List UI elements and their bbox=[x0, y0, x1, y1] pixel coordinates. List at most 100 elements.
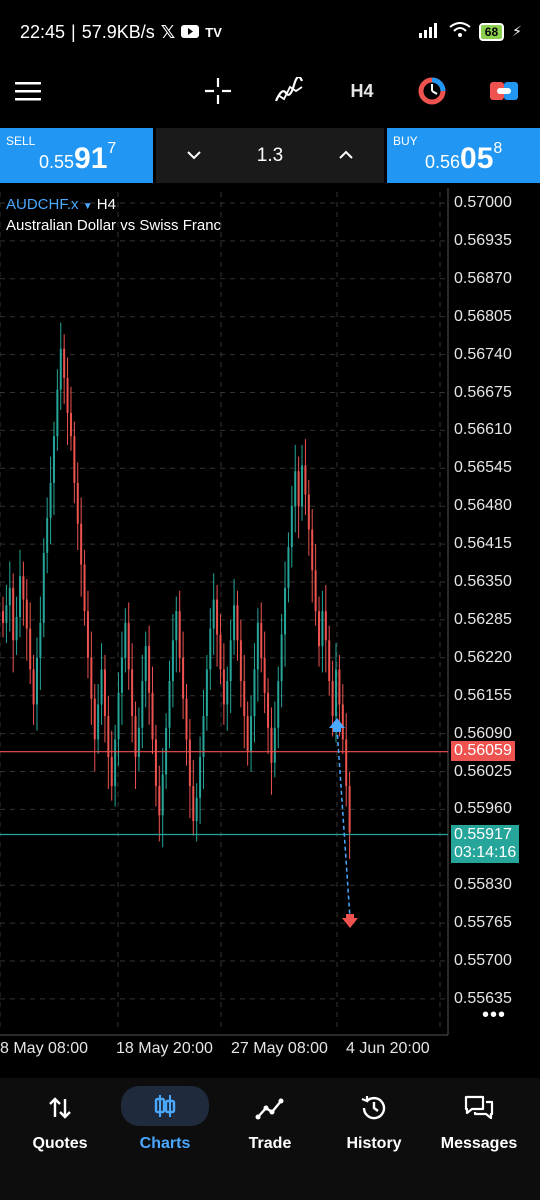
candle-body bbox=[273, 727, 276, 763]
candle-body bbox=[59, 348, 62, 390]
candle-body bbox=[56, 389, 59, 437]
trade-chart-icon bbox=[246, 1092, 294, 1124]
candle-body bbox=[212, 599, 215, 629]
candle-body bbox=[32, 669, 35, 705]
price-axis-label: 0.55830 bbox=[454, 876, 512, 894]
nav-quotes[interactable]: Quotes bbox=[6, 1078, 114, 1178]
candle-body bbox=[284, 587, 287, 635]
nav-charts[interactable]: Charts bbox=[111, 1078, 219, 1178]
candle-body bbox=[2, 611, 4, 623]
candle-body bbox=[219, 634, 222, 670]
candle-body bbox=[49, 482, 52, 518]
price-axis-label: 0.56480 bbox=[454, 497, 512, 515]
chart-toolbar: H4 bbox=[0, 66, 540, 116]
candle-body bbox=[114, 739, 117, 787]
network-speed: 57.9KB/s bbox=[81, 22, 155, 42]
candle-body bbox=[127, 622, 130, 670]
candle-body bbox=[69, 412, 72, 437]
candle-body bbox=[338, 669, 341, 705]
candle-body bbox=[103, 669, 106, 717]
buy-button[interactable]: BUY 0.56058 bbox=[387, 128, 540, 183]
symbol-description: Australian Dollar vs Swiss Franc bbox=[6, 217, 222, 234]
bar-countdown: 03:14:16 bbox=[454, 844, 517, 861]
candle-body bbox=[277, 681, 280, 728]
candle-body bbox=[250, 716, 253, 752]
objects-icon[interactable] bbox=[415, 66, 449, 116]
nav-messages[interactable]: Messages bbox=[425, 1078, 533, 1178]
tradingview-icon: TV bbox=[205, 25, 222, 40]
charts-icon bbox=[121, 1086, 209, 1126]
increase-lot-button[interactable] bbox=[338, 147, 354, 165]
candle-body bbox=[80, 523, 83, 565]
time-label-3: 4 Jun 20:00 bbox=[346, 1040, 430, 1057]
candle-body bbox=[15, 616, 18, 641]
messages-icon bbox=[455, 1092, 503, 1124]
candle-body bbox=[63, 348, 66, 378]
decrease-lot-button[interactable] bbox=[186, 147, 202, 165]
crosshair-icon[interactable] bbox=[202, 66, 234, 116]
candle-body bbox=[321, 611, 324, 647]
sell-arrow-icon[interactable] bbox=[342, 914, 358, 928]
candle-body bbox=[90, 657, 93, 699]
chevron-up-icon bbox=[339, 150, 353, 159]
candle-body bbox=[42, 552, 45, 623]
price-axis-label: 0.56415 bbox=[454, 535, 512, 553]
indicators-icon[interactable] bbox=[272, 66, 306, 116]
candle-body bbox=[314, 570, 317, 612]
price-axis-label: 0.55765 bbox=[454, 914, 512, 932]
price-axis-label: 0.57000 bbox=[454, 194, 512, 211]
candle-body bbox=[256, 622, 259, 670]
candle-body bbox=[25, 599, 28, 629]
hamburger-icon[interactable] bbox=[12, 66, 44, 116]
trade-icon[interactable] bbox=[487, 66, 521, 116]
ask-price-tag: 0.56059 bbox=[451, 741, 515, 761]
candle-body bbox=[260, 622, 263, 658]
candle-body bbox=[158, 786, 161, 816]
symbol-header[interactable]: AUDCHF.x ▼ H4 bbox=[6, 196, 116, 213]
bid-price-tag: 0.55917 03:14:16 bbox=[451, 825, 520, 863]
candle-body bbox=[304, 465, 307, 495]
candle-body bbox=[188, 739, 191, 787]
candle-body bbox=[195, 797, 198, 822]
candle-body bbox=[171, 640, 174, 682]
price-axis-label: 0.55960 bbox=[454, 800, 512, 818]
candle-body bbox=[73, 436, 76, 483]
candle-body bbox=[345, 739, 348, 787]
candle-body bbox=[216, 599, 219, 635]
candle-body bbox=[76, 482, 79, 524]
candle-body bbox=[233, 605, 236, 641]
candle-body bbox=[348, 786, 351, 833]
candle-body bbox=[263, 657, 266, 693]
sell-button[interactable]: SELL 0.55917 bbox=[0, 128, 153, 183]
candle-body bbox=[151, 692, 154, 740]
candle-body bbox=[178, 611, 181, 658]
candle-body bbox=[117, 692, 120, 740]
candle-body bbox=[226, 681, 229, 705]
candle-body bbox=[168, 681, 171, 728]
sell-price: 0.55917 bbox=[39, 140, 117, 175]
one-click-trade-panel: SELL 0.55917 1.3 BUY 0.56058 bbox=[0, 128, 540, 183]
chevron-down-icon bbox=[187, 150, 201, 159]
candle-body bbox=[328, 640, 331, 682]
price-axis-label: 0.56025 bbox=[454, 762, 512, 780]
candle-body bbox=[239, 640, 242, 682]
candle-body bbox=[229, 640, 232, 682]
timeframe-button[interactable]: H4 bbox=[340, 66, 384, 116]
lot-size-value[interactable]: 1.3 bbox=[257, 145, 283, 167]
nav-history[interactable]: History bbox=[320, 1078, 428, 1178]
x-icon: 𝕏 bbox=[160, 22, 176, 42]
candle-body bbox=[301, 465, 304, 507]
bottom-navigation: Quotes Charts Trade History Messages bbox=[0, 1078, 540, 1200]
charging-icon: ⚡ bbox=[512, 23, 522, 39]
candle-body bbox=[141, 681, 144, 728]
nav-trade[interactable]: Trade bbox=[216, 1078, 324, 1178]
candle-body bbox=[192, 786, 195, 822]
price-axis-label: 0.56350 bbox=[454, 573, 512, 590]
time-label-2: 27 May 08:00 bbox=[231, 1040, 328, 1057]
candle-body bbox=[134, 716, 137, 757]
candle-body bbox=[93, 698, 96, 740]
more-options-icon[interactable]: ••• bbox=[482, 1004, 506, 1027]
candle-body bbox=[297, 471, 300, 507]
candle-body bbox=[86, 611, 89, 658]
price-axis-label: 0.55700 bbox=[454, 952, 512, 969]
